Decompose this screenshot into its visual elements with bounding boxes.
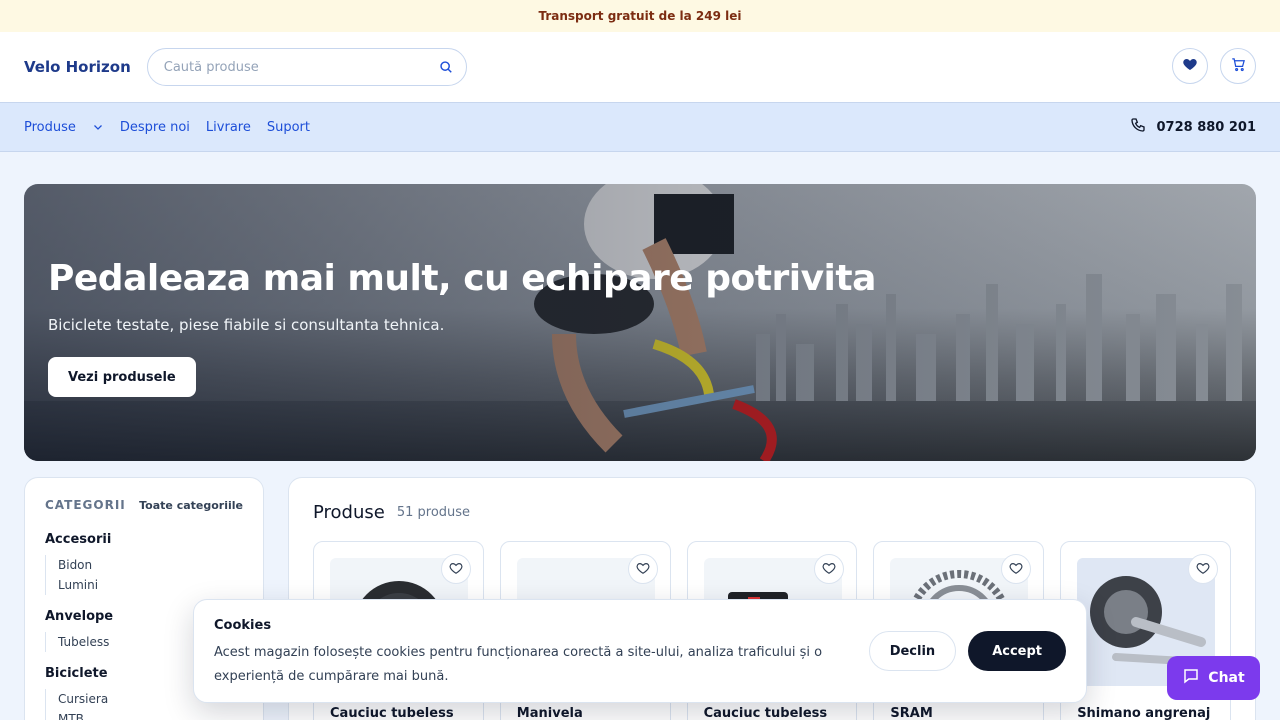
hero-banner: Pedaleaza mai mult, cu echipare potrivit… bbox=[24, 184, 1256, 461]
products-header: Produse 51 produse bbox=[313, 502, 1231, 523]
promo-text: Transport gratuit de la 249 lei bbox=[538, 9, 742, 23]
chat-button[interactable]: Chat bbox=[1167, 656, 1260, 700]
product-name[interactable]: Shimano angrenaj bbox=[1077, 706, 1217, 720]
nav-label: Produse bbox=[24, 119, 76, 135]
phone-number: 0728 880 201 bbox=[1156, 119, 1256, 135]
cookie-text: Acest magazin folosește cookies pentru f… bbox=[214, 645, 823, 684]
subcategory-item[interactable]: Bidon bbox=[58, 555, 243, 575]
favorite-button[interactable] bbox=[440, 554, 471, 584]
product-name[interactable]: Cauciuc tubeless bbox=[704, 706, 844, 720]
cart-icon bbox=[1231, 57, 1246, 76]
search-box[interactable] bbox=[146, 48, 467, 86]
nav-item-products[interactable]: Produse bbox=[24, 120, 104, 135]
site-header: Velo Horizon bbox=[0, 32, 1280, 102]
wishlist-button[interactable] bbox=[1172, 48, 1208, 84]
heart-outline-icon bbox=[449, 560, 463, 579]
search-icon[interactable] bbox=[438, 59, 454, 75]
cookie-banner: Cookies Acest magazin folosește cookies … bbox=[193, 599, 1087, 703]
search-input[interactable] bbox=[163, 59, 438, 75]
heart-outline-icon bbox=[636, 560, 650, 579]
hero-title: Pedaleaza mai mult, cu echipare potrivit… bbox=[48, 258, 876, 299]
chevron-down-icon[interactable] bbox=[92, 121, 104, 133]
product-name[interactable]: SRAM bbox=[890, 706, 1030, 720]
cart-button[interactable] bbox=[1220, 48, 1256, 84]
product-name[interactable]: Manivela bbox=[517, 706, 657, 720]
site-logo[interactable]: Velo Horizon bbox=[24, 58, 131, 76]
all-categories-link[interactable]: Toate categoriile bbox=[139, 499, 243, 512]
header-actions bbox=[1172, 48, 1256, 84]
phone-contact[interactable]: 0728 880 201 bbox=[1130, 117, 1256, 137]
heart-outline-icon bbox=[1196, 560, 1210, 579]
products-count: 51 produse bbox=[396, 505, 471, 520]
view-products-button[interactable]: Vezi produsele bbox=[48, 357, 196, 397]
subcategory-item[interactable]: Lumini bbox=[58, 575, 243, 595]
promo-bar: Transport gratuit de la 249 lei bbox=[0, 0, 1280, 32]
subcategory-item[interactable]: MTB bbox=[58, 709, 243, 720]
product-name[interactable]: Cauciuc tubeless bbox=[330, 706, 470, 720]
heart-outline-icon bbox=[822, 560, 836, 579]
phone-icon bbox=[1130, 117, 1146, 137]
products-title: Produse bbox=[313, 502, 385, 523]
decline-cookies-button[interactable]: Declin bbox=[868, 631, 957, 671]
sidebar-header: CATEGORII Toate categoriile bbox=[45, 498, 243, 512]
accept-cookies-button[interactable]: Accept bbox=[968, 631, 1066, 671]
category-accessories[interactable]: Accesorii bbox=[45, 532, 243, 547]
cookie-actions: Declin Accept bbox=[868, 631, 1066, 671]
hero-subtitle: Biciclete testate, piese fiabile si cons… bbox=[48, 316, 445, 334]
nav-item-support[interactable]: Suport bbox=[267, 120, 310, 135]
nav-item-delivery[interactable]: Livrare bbox=[206, 120, 251, 135]
favorite-button[interactable] bbox=[1001, 554, 1032, 584]
nav-item-about[interactable]: Despre noi bbox=[120, 120, 190, 135]
heart-outline-icon bbox=[1009, 560, 1023, 579]
heart-icon bbox=[1182, 56, 1198, 76]
chat-label: Chat bbox=[1208, 670, 1245, 686]
subcategory-list: Bidon Lumini bbox=[45, 555, 243, 595]
favorite-button[interactable] bbox=[627, 554, 658, 584]
sidebar-title: CATEGORII bbox=[45, 498, 126, 512]
main-nav: Produse Despre noi Livrare Suport 0728 8… bbox=[0, 102, 1280, 152]
chat-bubble-icon bbox=[1182, 667, 1200, 689]
favorite-button[interactable] bbox=[1187, 554, 1218, 584]
